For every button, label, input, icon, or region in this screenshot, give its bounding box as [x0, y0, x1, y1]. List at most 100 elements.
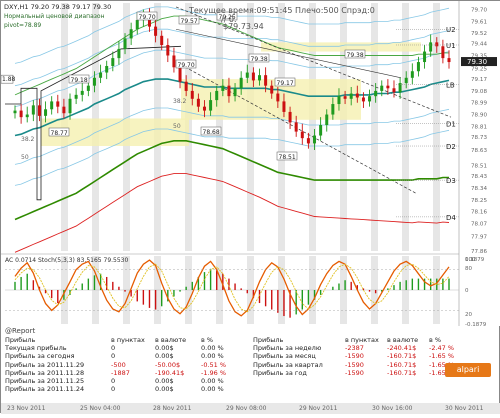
candle-body [123, 38, 127, 49]
candle-body [209, 100, 213, 111]
candle-body [410, 71, 414, 78]
report-cell-label: Прибыль за 2011.11.25 [5, 377, 85, 385]
candle-body [343, 96, 347, 99]
candle-body [13, 110, 17, 114]
candle-body [416, 62, 420, 72]
lower-red-band [14, 173, 450, 253]
price-tick: 79.61 [471, 19, 487, 25]
candle-body [392, 88, 396, 93]
candle-body [111, 58, 115, 66]
candle-body [92, 77, 96, 86]
fib-label: 50 [173, 123, 181, 130]
report-cell-cur: 0.00$ [155, 385, 174, 394]
candle-body [31, 105, 35, 115]
fib-zone [261, 42, 421, 52]
report-cell-cur: 0.00$ [155, 352, 174, 361]
candle-body [154, 26, 158, 36]
price-tag: 78.68 [203, 129, 220, 136]
candle-body [160, 35, 164, 45]
symbol-header: DXY,H1 79.20 79.38 79.17 79.30 [4, 3, 112, 11]
report-cell-label: Прибыль за 2011.11.28 [5, 368, 85, 377]
candle-body [429, 42, 433, 52]
price-tag: 79.70 [178, 62, 195, 69]
time-axis-label: 25 Nov 04:00 [80, 405, 121, 412]
stoch-k-line [14, 259, 450, 317]
candle-body [86, 85, 90, 91]
report-cell-pts: -1887 [111, 368, 130, 377]
report-cell-pct: 0.00 % [201, 344, 224, 353]
price-tick: 78.63 [471, 148, 487, 154]
level-label: D1 [446, 121, 456, 129]
price-tag: 79.70 [139, 14, 156, 21]
time-axis-label: 23 Nov 2011 [7, 405, 46, 412]
candle-body [105, 65, 109, 73]
report-cell-pts: -500 [111, 360, 126, 369]
price-tick: 78.99 [471, 101, 487, 107]
report-cell-pts: в пунктах [345, 336, 379, 344]
candle-body [215, 90, 219, 101]
candle-body [355, 93, 359, 98]
fib-label: 38.2 [173, 98, 187, 105]
report-cell-label: Прибыль [253, 336, 284, 344]
candle-body [37, 105, 41, 116]
report-cell-cur: -160.71$ [387, 360, 417, 369]
price-tag: 79.18 [71, 77, 88, 84]
current-price-tag: 79.30 [467, 58, 487, 66]
report-cell-label: Прибыль за неделю [253, 344, 322, 353]
price-tick: 77.86 [471, 249, 487, 255]
grid-stripe [309, 3, 316, 251]
report-cell-pts: 0 [111, 344, 116, 353]
price-tick: 78.34 [471, 186, 487, 192]
price-tick: 78.07 [471, 221, 487, 227]
report-cell-pts: в пунктах [111, 336, 145, 344]
candle-body [270, 85, 274, 94]
price-tick: 77.97 [471, 235, 487, 241]
candle-body [386, 85, 390, 89]
candle-body [245, 72, 249, 78]
candle-body [172, 55, 176, 68]
candle-body [300, 131, 304, 139]
price-tag: 79.38 [347, 52, 364, 59]
ma-slow-line [14, 140, 449, 221]
candle-body [288, 111, 292, 123]
report-cell-label: Прибыль [5, 336, 36, 344]
candle-body [62, 106, 66, 114]
ac-tick: 80 [465, 266, 472, 272]
report-cell-cur: -160.71$ [387, 368, 417, 377]
candle-body [80, 90, 84, 95]
price-tag: 78.77 [51, 130, 68, 137]
report-cell-label: Текущая прибыль [5, 344, 67, 353]
level-label: D4 [446, 214, 456, 222]
report-cell-pts: -1590 [345, 352, 364, 361]
candle-body [221, 85, 225, 91]
spread-tail: // 0. [221, 15, 237, 24]
candle-body [368, 96, 372, 102]
report-cell-pct: 0.00 % [201, 385, 224, 394]
report-cell-pts: -1590 [345, 368, 364, 377]
candle-body [74, 94, 78, 99]
candle-body [239, 77, 243, 89]
candle-body [423, 51, 427, 63]
report-cell-label: Прибыль за год [253, 368, 307, 377]
candle-body [435, 42, 439, 47]
candle-body [227, 85, 231, 97]
fib-label: 38.2 [21, 136, 35, 143]
grid-stripe [247, 3, 254, 251]
report-cell-cur: -50.00$ [155, 360, 181, 369]
report-cell-cur: -190.41$ [155, 368, 185, 377]
report-cell-pts: 0 [111, 385, 116, 394]
ac-tick: 0.1879 [465, 257, 485, 263]
chart-window: U2 U1 LB D1 D2 D3 D4 79.70 79.57 79.70 79.38 79.18… [0, 0, 500, 414]
report-cell-pct: 0.00 % [201, 352, 224, 361]
price-tick: 78.73 [471, 135, 487, 141]
price-tick: 78.51 [471, 164, 487, 170]
candle-body [331, 104, 335, 115]
time-axis-label: 28 Nov 2011 [153, 405, 192, 412]
report-cell-cur: в валюте [155, 336, 187, 344]
candle-body [374, 90, 378, 97]
time-axis: 23 Nov 2011 25 Nov 04:00 28 Nov 2011 29 Nov… [1, 403, 500, 414]
price-tick: 79.52 [471, 31, 487, 37]
time-axis-label: 29 Nov 08:00 [226, 405, 267, 412]
report-cell-pct: 0.00 % [201, 377, 224, 385]
candle-body [276, 93, 280, 102]
